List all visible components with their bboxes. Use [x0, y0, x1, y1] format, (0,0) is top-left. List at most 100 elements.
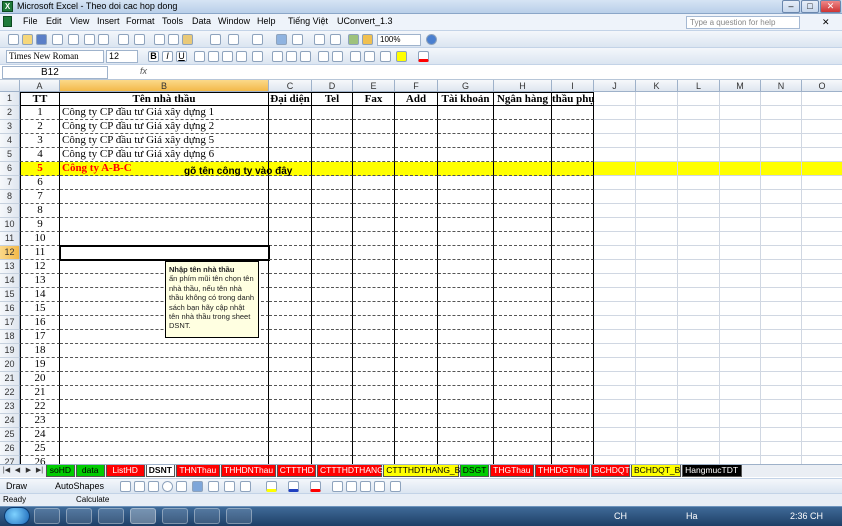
row-header[interactable]: 8	[0, 190, 20, 204]
contractor-name-cell[interactable]: Công ty CP đầu tư Giá xây dựng 1	[60, 106, 269, 120]
grid-cell[interactable]	[395, 148, 438, 162]
underline-icon[interactable]: U	[176, 51, 187, 62]
grid-cell[interactable]	[312, 428, 353, 442]
row-header[interactable]: 5	[0, 148, 20, 162]
row-number-cell[interactable]: 2	[20, 120, 60, 134]
row-number-cell[interactable]: 13	[20, 274, 60, 288]
grid-cell[interactable]	[594, 218, 636, 232]
column-header-b[interactable]: B	[60, 80, 269, 92]
grid-cell[interactable]	[552, 442, 594, 456]
close-workbook-icon[interactable]: ✕	[822, 17, 830, 28]
help-icon[interactable]	[426, 34, 437, 45]
app-taskbar-icon[interactable]	[162, 508, 188, 524]
grid-cell[interactable]	[720, 162, 761, 176]
row-header[interactable]: 27	[0, 456, 20, 464]
grid-cell[interactable]	[438, 302, 494, 316]
contractor-name-cell[interactable]	[60, 232, 269, 246]
column-header-e[interactable]: E	[353, 80, 395, 92]
sheet-tab-thhdnthau[interactable]: THHDNThau	[221, 465, 276, 477]
grid-cell[interactable]	[353, 274, 395, 288]
grid-cell[interactable]	[312, 260, 353, 274]
column-header-d[interactable]: D	[312, 80, 353, 92]
grid-cell[interactable]	[353, 358, 395, 372]
grid-cell[interactable]	[353, 106, 395, 120]
grid-cell[interactable]	[395, 274, 438, 288]
grid-cell[interactable]	[636, 428, 678, 442]
grid-cell[interactable]	[353, 260, 395, 274]
align-right-icon[interactable]	[222, 51, 233, 62]
grid-cell[interactable]	[438, 162, 494, 176]
grid-cell[interactable]	[353, 162, 395, 176]
grid-cell[interactable]	[594, 162, 636, 176]
grid-cell[interactable]	[552, 428, 594, 442]
grid-cell[interactable]	[720, 246, 761, 260]
grid-cell[interactable]	[720, 274, 761, 288]
grid-cell[interactable]	[594, 316, 636, 330]
grid-cell[interactable]	[494, 232, 552, 246]
contractor-name-cell[interactable]	[60, 400, 269, 414]
grid-cell[interactable]	[761, 190, 802, 204]
row-number-cell[interactable]: 25	[20, 442, 60, 456]
grid-cell[interactable]	[678, 190, 720, 204]
autosum-icon[interactable]	[292, 34, 303, 45]
grid-cell[interactable]	[395, 288, 438, 302]
row-header[interactable]: 21	[0, 372, 20, 386]
grid-cell[interactable]	[494, 162, 552, 176]
column-header-a[interactable]: A	[20, 80, 60, 92]
row-number-cell[interactable]: 17	[20, 330, 60, 344]
grid-cell[interactable]	[761, 386, 802, 400]
row-number-cell[interactable]: 26	[20, 456, 60, 464]
grid-cell[interactable]	[552, 344, 594, 358]
row-number-cell[interactable]: 22	[20, 400, 60, 414]
grid-cell[interactable]	[269, 274, 312, 288]
grid-cell[interactable]	[494, 190, 552, 204]
grid-cell[interactable]	[312, 442, 353, 456]
row-number-cell[interactable]: 16	[20, 316, 60, 330]
grid-cell[interactable]	[761, 442, 802, 456]
grid-cell[interactable]	[720, 120, 761, 134]
grid-cell[interactable]	[438, 456, 494, 464]
increase-indent-icon[interactable]	[364, 51, 375, 62]
workbook-icon[interactable]	[3, 16, 12, 27]
grid-cell[interactable]	[594, 106, 636, 120]
grid-cell[interactable]	[802, 232, 842, 246]
grid-cell[interactable]	[395, 386, 438, 400]
grid-cell[interactable]	[395, 190, 438, 204]
grid-cell[interactable]	[353, 330, 395, 344]
grid-cell[interactable]	[395, 134, 438, 148]
table-header[interactable]: Tài khoản	[438, 92, 494, 106]
arrow-style-icon[interactable]	[360, 481, 371, 492]
autoshapes-menu-button[interactable]: AutoShapes	[55, 481, 104, 491]
grid-cell[interactable]	[395, 232, 438, 246]
grid-cell[interactable]	[802, 148, 842, 162]
table-header[interactable]: thầu phụ	[552, 92, 595, 106]
grid-cell[interactable]	[636, 92, 678, 106]
grid-cell[interactable]	[438, 190, 494, 204]
grid-cell[interactable]	[353, 400, 395, 414]
grid-cell[interactable]	[353, 386, 395, 400]
grid-cell[interactable]	[636, 148, 678, 162]
grid-cell[interactable]	[353, 414, 395, 428]
grid-cell[interactable]	[494, 148, 552, 162]
grid-cell[interactable]	[594, 344, 636, 358]
contractor-name-cell[interactable]	[60, 176, 269, 190]
grid-cell[interactable]	[395, 344, 438, 358]
active-cell-b12[interactable]	[59, 245, 270, 261]
grid-cell[interactable]	[438, 106, 494, 120]
row-number-cell[interactable]: 3	[20, 134, 60, 148]
grid-cell[interactable]	[636, 204, 678, 218]
row-number-cell[interactable]: 4	[20, 148, 60, 162]
grid-cell[interactable]	[594, 428, 636, 442]
grid-cell[interactable]	[494, 428, 552, 442]
grid-cell[interactable]	[395, 414, 438, 428]
sheet-tab-thgthau[interactable]: THGThau	[489, 465, 534, 477]
grid-cell[interactable]	[552, 148, 594, 162]
grid-cell[interactable]	[636, 176, 678, 190]
increase-decimal-icon[interactable]	[318, 51, 329, 62]
grid-cell[interactable]	[312, 120, 353, 134]
grid-cell[interactable]	[761, 316, 802, 330]
grid-cell[interactable]	[438, 246, 494, 260]
grid-cell[interactable]	[494, 246, 552, 260]
grid-cell[interactable]	[720, 400, 761, 414]
grid-cell[interactable]	[494, 386, 552, 400]
